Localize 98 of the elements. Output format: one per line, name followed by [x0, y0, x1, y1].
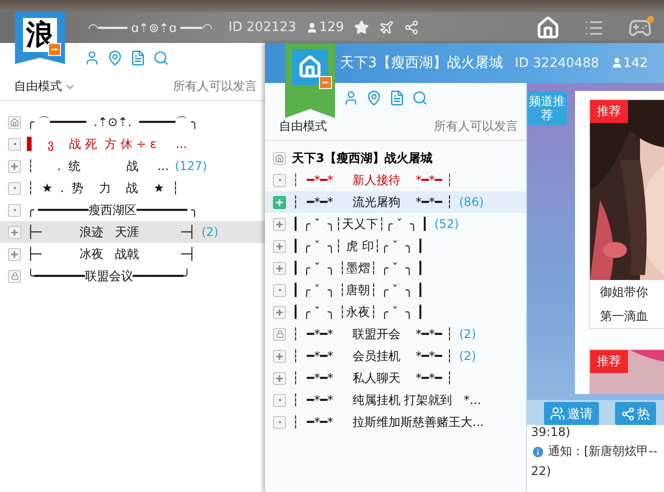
channel-name: ╭ ━━━━━━━瘦西湖区━━━━━━━ ╮: [27, 202, 198, 218]
channel-name: ┆ ━*━* 联盟开会 *━*━ ┆: [292, 326, 454, 342]
chat-message: 22): [531, 464, 552, 478]
channel-row[interactable]: ┆ ━*━* 拉斯维加斯慈善赌王大...: [265, 411, 526, 433]
channel-name: ┆ ★ . 势 力 战 ★ ┆: [27, 180, 180, 196]
channel-row[interactable]: ┆ ━*━* 纯属挂机 打架就到 *...: [265, 389, 526, 411]
channel-row[interactable]: ┃ ╭ ˇ ╮ ┆永夜┆ ╭ ˇ ╮ ┃: [265, 301, 526, 323]
channel-name: ┃ ╭ ˇ ╮┆ 虎 印┆╭ ˇ ╮ ┃: [292, 238, 424, 254]
member-count: 142: [623, 56, 648, 70]
home-icon: [8, 116, 21, 128]
channel-name: ┆ ━*━* 会员挂机 *━*━ ┆: [292, 348, 454, 364]
recommend-badge: 推荐: [590, 350, 628, 373]
channel-row[interactable]: ┆ ★ . 势 力 战 ★ ┆: [0, 177, 265, 199]
share-icon[interactable]: [404, 20, 419, 35]
location-icon[interactable]: [107, 50, 123, 66]
notes-icon[interactable]: [389, 90, 405, 106]
channel-name: ┆ ━*━* 私人聊天 *━*━ ┆: [292, 370, 454, 386]
channel-row[interactable]: ╭ ━━━━━━━瘦西湖区━━━━━━━ ╮: [0, 199, 265, 221]
expand-icon[interactable]: [273, 240, 286, 252]
channel-name: ┆ ━*━* 纯属挂机 打架就到 *...: [292, 392, 482, 408]
channel-count: (2): [459, 349, 476, 363]
expand-icon[interactable]: [273, 196, 286, 208]
expand-icon[interactable]: [273, 350, 286, 362]
channel-row[interactable]: ┆ ━*━* 会员挂机 *━*━ ┆ (2): [265, 345, 526, 367]
user-icon[interactable]: [343, 90, 359, 106]
user-icon[interactable]: [84, 50, 100, 66]
search-icon[interactable]: [153, 50, 169, 66]
channel-row[interactable]: 天下3【瘦西湖】战火屠城: [265, 147, 526, 169]
recommend-badge: 推荐: [590, 100, 628, 123]
channel-row[interactable]: ▌ ვ 战 死 方 休 ÷ ε ...: [0, 133, 265, 155]
notes-icon[interactable]: [130, 50, 146, 66]
recommend-card[interactable]: 推荐: [589, 349, 664, 394]
channel-row[interactable]: ╰━━━━━━━联盟会议━━━━━━━╯: [0, 265, 265, 287]
channel-name: ┆ . 统 战 ...: [27, 158, 169, 174]
mode-dropdown[interactable]: 自由模式: [14, 78, 76, 95]
speak-permission: 所有人可以发言: [434, 118, 518, 135]
star-icon[interactable]: [354, 20, 369, 35]
room-title: 天下3【瘦西湖】战火屠城: [340, 54, 503, 72]
person-icon: [306, 22, 318, 34]
channel-count: (52): [434, 217, 459, 231]
mode-label[interactable]: 自由模式: [279, 118, 327, 135]
channel-row[interactable]: ╭ ⌒━━━━━ .⇡⊙⇡. ━━━━━⌒ ╮: [0, 111, 265, 133]
plane-icon[interactable]: [378, 20, 394, 35]
user-id: ID 202123: [228, 20, 296, 35]
person-icon: [611, 57, 624, 69]
channel-name: ├─ 冰夜 战戟 ─┤: [27, 246, 196, 262]
channel-count: (127): [174, 159, 208, 173]
home-icon[interactable]: [536, 16, 560, 40]
lock-icon: [273, 328, 286, 340]
channel-count: (2): [201, 225, 218, 239]
channel-row[interactable]: ┆ ━*━* 新人接待 *━*━ ┆: [265, 169, 526, 191]
channel-name: ┃ ╭ ˇ ╮ ┆永夜┆ ╭ ˇ ╮ ┃: [292, 304, 424, 320]
share-icon: [621, 406, 635, 420]
channel-name: ╰━━━━━━━联盟会议━━━━━━━╯: [27, 268, 191, 284]
expand-icon[interactable]: [273, 306, 286, 318]
channel-name: ┆ ━*━* 新人接待 *━*━ ┆: [292, 172, 454, 188]
lock-icon: [8, 270, 21, 282]
channel-row[interactable]: ┃ ╭ ˇ ╮┆ 虎 印┆╭ ˇ ╮ ┃: [265, 235, 526, 257]
channel-row[interactable]: ┃ ╭ ˇ ╮ ┆唐朝┆ ╭ ˇ ╮ ┃: [265, 279, 526, 301]
channel-name: ┃ ╭ ˇ ╮┆天乂下┆╭ ˇ ╮ ┃: [292, 216, 428, 232]
expand-icon[interactable]: [273, 218, 286, 230]
room-id: ID 32240488: [514, 56, 600, 70]
channel-row[interactable]: ├─ 冰夜 战戟 ─┤: [0, 243, 265, 265]
expand-icon[interactable]: [8, 160, 21, 172]
channel-row[interactable]: ┆ . 统 战 ... (127): [0, 155, 265, 177]
expand-icon[interactable]: [8, 226, 21, 238]
channel-row[interactable]: ├─ 浪迹 天涯 ─┤ (2): [0, 221, 265, 243]
people-icon: [550, 406, 565, 421]
channel-name: ╭ ⌒━━━━━ .⇡⊙⇡. ━━━━━⌒ ╮: [27, 114, 198, 130]
user-name: ◠━━━━ ɑ⇡⊚⇡ɑ ━━━◠: [88, 20, 213, 34]
chat-message: 39:18): [531, 425, 572, 439]
channel-row[interactable]: ┆ ━*━* 私人聊天 *━*━ ┆: [265, 367, 526, 389]
card-text: 御姐带你: [599, 284, 649, 301]
channel-name: ┃ ╭ ˇ ╮ ┆唐朝┆ ╭ ˇ ╮ ┃: [292, 282, 424, 298]
channel-name: ┆ ━*━* 流光屠狗 *━*━ ┆: [292, 194, 454, 210]
expand-icon[interactable]: [273, 372, 286, 384]
channel-row[interactable]: ┃ ╭ ˇ ╮ ┆墨熠┆ ╭ ˇ ╮ ┃: [265, 257, 526, 279]
expand-icon[interactable]: [273, 262, 286, 274]
channel-name: ▌ ვ 战 死 方 休 ÷ ε ...: [27, 136, 188, 152]
location-icon[interactable]: [366, 90, 382, 106]
expand-icon[interactable]: [8, 248, 21, 260]
channel-row[interactable]: ┃ ╭ ˇ ╮┆天乂下┆╭ ˇ ╮ ┃ (52): [265, 213, 526, 235]
info-icon: [531, 444, 545, 458]
room-name: 天下3【瘦西湖】战火屠城: [292, 150, 432, 166]
channel-name: ├─ 浪迹 天涯 ─┤: [27, 224, 196, 240]
channel-name: ┃ ╭ ˇ ╮ ┆墨熠┆ ╭ ˇ ╮ ┃: [292, 260, 424, 276]
channel-count: (2): [459, 327, 476, 341]
home-icon: [273, 152, 286, 164]
recommend-card[interactable]: 推荐 御姐带你 第一滴血: [589, 99, 664, 329]
channel-row[interactable]: ┆ ━*━* 联盟开会 *━*━ ┆ (2): [265, 323, 526, 345]
member-count: 129: [319, 20, 344, 35]
speak-permission: 所有人可以发言: [173, 78, 257, 95]
card-text: 第一滴血: [599, 308, 649, 325]
channel-row[interactable]: ┆ ━*━* 流光屠狗 *━*━ ┆ (86): [265, 191, 526, 213]
chat-message: 通知：[新唐朝炫甲--: [531, 443, 664, 460]
search-icon[interactable]: [412, 90, 428, 106]
channel-name: ┆ ━*━* 拉斯维加斯慈善赌王大...: [292, 414, 484, 430]
channel-count: (86): [459, 195, 484, 209]
